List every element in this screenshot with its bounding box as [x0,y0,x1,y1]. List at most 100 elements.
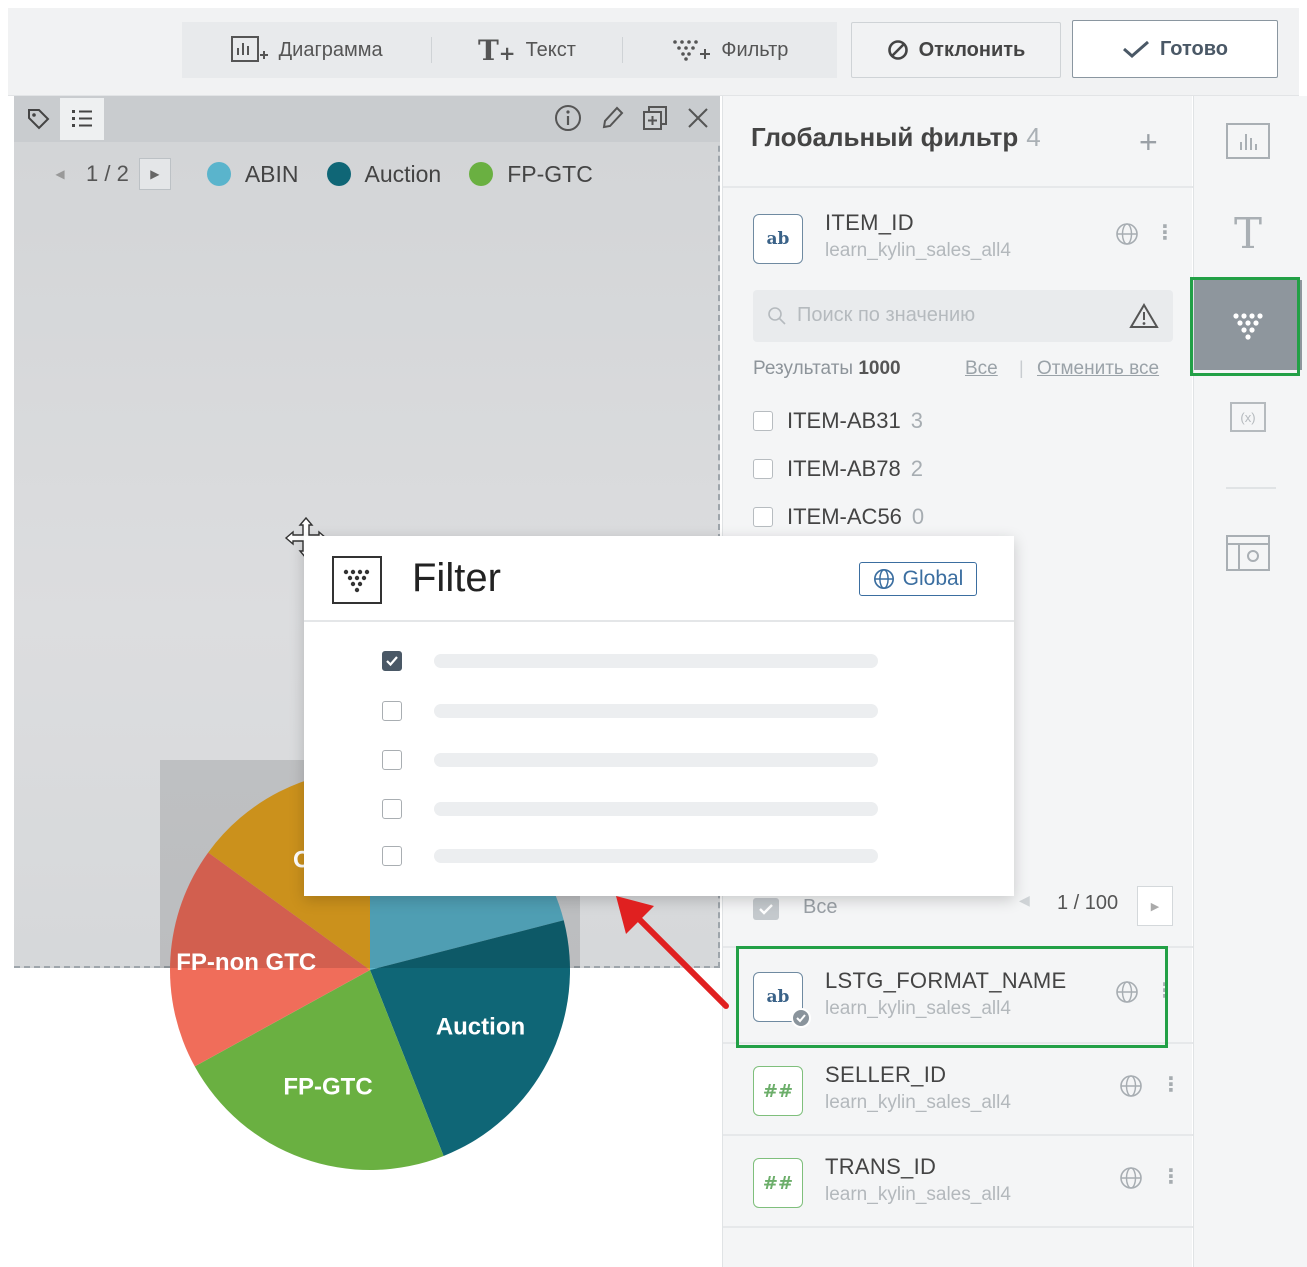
done-button[interactable]: Готово [1072,20,1278,78]
select-all-checkbox[interactable] [753,898,779,920]
reject-button[interactable]: Отклонить [851,22,1061,78]
option-checkbox[interactable] [382,846,402,866]
value-label: ITEM-AB31 [787,408,901,433]
option-checkbox[interactable] [382,701,402,721]
rail-variable-button[interactable]: (x) [1194,372,1302,462]
highlight-frame [1190,277,1300,376]
widget-actions [554,104,710,132]
legend-prev-button[interactable]: ◀ [44,158,76,190]
filter-icon [332,556,382,604]
rail-screen-button[interactable] [1194,508,1302,598]
side-rail: T (x) [1193,96,1307,1267]
legend-label: ABIN [244,160,299,187]
select-all-link[interactable]: Все [965,358,998,380]
screen-icon [1226,535,1270,571]
filter-count: 4 [1026,122,1041,152]
field-source: learn_kylin_sales_all4 [825,1184,1011,1205]
duplicate-icon[interactable] [642,105,668,131]
add-filter-label: Фильтр [721,38,789,61]
field-name: SELLER_ID [825,1062,947,1087]
values-prev-button[interactable]: ◀ [1019,892,1030,909]
filter-option-row[interactable] [382,846,878,866]
list-tab[interactable] [60,98,104,140]
add-filter-icon[interactable]: + [1139,124,1158,161]
chart-legend: ◀ 1 / 2 ▶ ABIN Auction FP-GTC [44,158,593,190]
panel-divider [723,186,1193,188]
add-filter-icon [673,40,711,61]
add-text-button[interactable]: T+ Текст [432,22,621,78]
add-text-icon: T+ [477,33,516,67]
filter-option-row[interactable] [382,701,878,721]
field-name: ITEM_ID [825,210,914,235]
close-icon[interactable] [686,106,710,130]
option-placeholder-bar [434,753,878,767]
list-icon [72,110,92,127]
filter-field-item-id[interactable]: ab ITEM_ID learn_kylin_sales_all4 ⋮ [723,192,1193,284]
option-checkbox[interactable] [382,750,402,770]
legend-item-auction[interactable]: Auction [326,161,441,188]
info-icon[interactable] [554,104,582,132]
warning-icon [1129,303,1159,328]
globe-icon[interactable] [1119,1166,1143,1190]
legend-item-fp-gtc[interactable]: FP-GTC [469,161,593,188]
more-icon[interactable]: ⋮ [1155,220,1175,245]
results-summary: Результаты 1000 [753,358,901,380]
check-icon [1122,40,1149,58]
option-checkbox[interactable] [382,651,402,671]
value-item[interactable]: ITEM-AB31 3 [753,408,923,434]
value-count: 3 [910,408,923,433]
link-separator: | [1019,358,1024,378]
number-type-icon: ## [753,1066,803,1116]
filter-widget-preview[interactable]: Filter Global [304,536,1014,896]
more-icon[interactable]: ⋮ [1161,1072,1181,1097]
string-type-icon: ab [753,214,803,264]
values-page: 1 / 100 [1057,892,1119,914]
rail-chart-button[interactable] [1194,96,1302,186]
filter-widget-title: Filter [412,556,501,600]
values-next-button[interactable]: ▶ [1137,886,1173,926]
global-badge-label: Global [902,567,964,590]
panel-divider [723,1226,1193,1228]
value-count: 2 [910,456,923,481]
legend-dot [206,162,231,186]
filter-option-row[interactable] [382,799,878,819]
value-checkbox[interactable] [753,507,773,527]
check-icon [386,656,398,667]
results-label: Результаты [753,358,854,379]
add-chart-label: Диаграмма [278,38,383,61]
pie-label: Auction [436,1013,525,1040]
filter-field-trans-id[interactable]: ## TRANS_ID learn_kylin_sales_all4 ⋮ [723,1136,1193,1228]
value-item[interactable]: ITEM-AB78 2 [753,456,923,482]
field-source: learn_kylin_sales_all4 [825,240,1011,261]
rail-text-button[interactable]: T [1194,188,1302,278]
clear-all-link[interactable]: Отменить все [1037,358,1159,380]
insert-tools: Диаграмма T+ Текст Фильтр [182,22,837,78]
highlight-frame [736,946,1168,1048]
filter-field-seller-id[interactable]: ## SELLER_ID learn_kylin_sales_all4 ⋮ [723,1044,1193,1136]
value-label: ITEM-AC56 [787,504,902,529]
legend-next-button[interactable]: ▶ [138,158,171,190]
add-text-label: Текст [525,38,576,61]
value-item[interactable]: ITEM-AC56 0 [753,504,924,530]
tag-tab[interactable] [16,98,60,140]
top-toolbar: Диаграмма T+ Текст Фильтр Отклонить Гото… [8,8,1299,96]
option-checkbox[interactable] [382,799,402,819]
filter-option-row[interactable] [382,750,878,770]
value-checkbox[interactable] [753,459,773,479]
option-placeholder-bar [434,704,878,718]
globe-icon[interactable] [1115,222,1139,246]
more-icon[interactable]: ⋮ [1161,1164,1181,1189]
value-search-input[interactable]: Поиск по значению [753,290,1173,342]
variable-icon: (x) [1230,402,1266,432]
filter-option-row[interactable] [382,651,878,671]
legend-page: 1 / 2 [86,161,129,186]
global-badge[interactable]: Global [859,562,977,596]
globe-icon[interactable] [1119,1074,1143,1098]
add-filter-button[interactable]: Фильтр [623,22,837,78]
legend-item-abin[interactable]: ABIN [206,160,299,188]
value-checkbox[interactable] [753,411,773,431]
edit-icon[interactable] [600,105,624,131]
add-chart-button[interactable]: Диаграмма [182,22,431,78]
check-icon [759,904,773,915]
pie-label: FP-non GTC [176,949,316,976]
